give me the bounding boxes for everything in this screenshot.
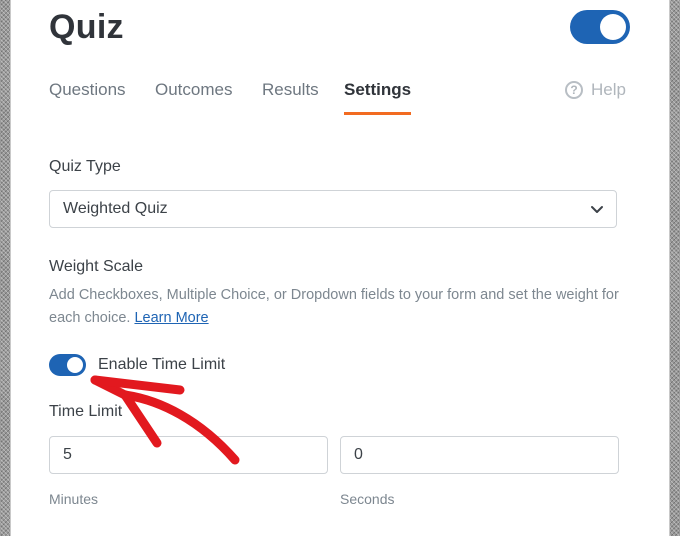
tab-settings[interactable]: Settings	[344, 80, 412, 115]
tab-questions[interactable]: Questions	[49, 80, 126, 112]
learn-more-link[interactable]: Learn More	[134, 310, 208, 326]
quiz-type-label: Quiz Type	[49, 158, 121, 175]
time-limit-toggle[interactable]	[49, 354, 86, 376]
seconds-value: 0	[354, 446, 363, 463]
toggle-knob	[600, 14, 626, 40]
minutes-input[interactable]: 5	[49, 436, 328, 474]
tab-outcomes[interactable]: Outcomes	[155, 80, 232, 112]
question-circle-icon: ?	[565, 81, 583, 99]
time-limit-label: Time Limit	[49, 403, 123, 420]
seconds-input[interactable]: 0	[340, 436, 619, 474]
chevron-down-icon	[591, 206, 603, 213]
quiz-type-select[interactable]: Weighted Quiz	[49, 190, 617, 228]
settings-panel: Quiz Questions Outcomes Results Settings…	[10, 0, 670, 536]
page-title: Quiz	[49, 8, 124, 46]
seconds-label: Seconds	[340, 491, 395, 507]
weight-scale-description: Add Checkboxes, Multiple Choice, or Drop…	[49, 284, 634, 330]
weight-scale-label: Weight Scale	[49, 258, 143, 275]
minutes-value: 5	[63, 446, 72, 463]
quiz-enable-toggle[interactable]	[570, 10, 630, 44]
help-link[interactable]: ? Help	[565, 80, 626, 100]
help-label: Help	[591, 80, 626, 99]
time-limit-toggle-label: Enable Time Limit	[98, 356, 226, 373]
minutes-label: Minutes	[49, 491, 99, 507]
toggle-knob	[67, 357, 83, 373]
tab-results[interactable]: Results	[262, 80, 319, 112]
quiz-type-value: Weighted Quiz	[63, 200, 168, 217]
